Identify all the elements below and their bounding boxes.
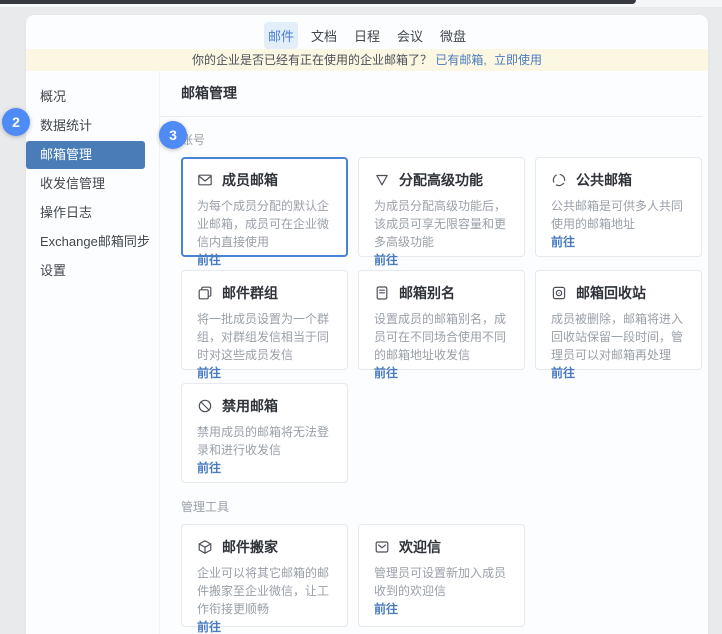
card-desc: 管理员可设置新加入成员收到的欢迎信 bbox=[374, 564, 509, 600]
document-lines-icon bbox=[374, 285, 390, 301]
card-mail-migration[interactable]: 邮件搬家 企业可以将其它邮箱的邮件搬家至企业微信，让工作衔接更顺畅 前往 bbox=[181, 524, 348, 627]
sidebar-item-mailbox-management[interactable]: 邮箱管理 bbox=[26, 141, 145, 169]
tab-calendar[interactable]: 日程 bbox=[350, 22, 384, 49]
card-title-row: 成员邮箱 bbox=[197, 170, 332, 190]
window-dark-edge bbox=[0, 0, 636, 4]
prohibition-icon bbox=[197, 398, 213, 414]
card-title-row: 公共邮箱 bbox=[551, 170, 686, 190]
card-disabled-mailbox[interactable]: 禁用邮箱 禁用成员的邮箱将无法登录和进行收发信 前往 bbox=[181, 383, 348, 483]
card-desc: 成员被删除，邮箱将进入回收站保留一段时间，管理员可以对邮箱再处理 bbox=[551, 310, 686, 364]
funnel-icon bbox=[374, 172, 390, 188]
go-link-public-mailbox[interactable]: 前往 bbox=[551, 233, 686, 250]
main-content: 邮箱管理 账号 成员邮箱 为每个成员分配的默认企业邮箱，成员可在企业微信内直接使… bbox=[160, 71, 708, 634]
tab-drive[interactable]: 微盘 bbox=[436, 22, 470, 49]
sidebar-item-send-receive[interactable]: 收发信管理 bbox=[26, 170, 145, 198]
screen: 邮件 文档 日程 会议 微盘 你的企业是否已经有正在使用的企业邮箱了？ 已有邮箱… bbox=[0, 0, 722, 634]
card-title: 邮箱回收站 bbox=[576, 283, 646, 303]
card-welcome-letter[interactable]: 欢迎信 管理员可设置新加入成员收到的欢迎信 前往 bbox=[358, 524, 525, 627]
card-title-row: 邮箱别名 bbox=[374, 283, 509, 303]
envelope-frame-icon bbox=[374, 539, 390, 555]
sidebar-item-settings[interactable]: 设置 bbox=[26, 257, 145, 285]
sidebar-item-exchange-sync[interactable]: Exchange邮箱同步 bbox=[26, 228, 145, 256]
card-desc: 为成员分配高级功能后，该成员可享无限容量和更多高级功能 bbox=[374, 197, 509, 251]
sidebar-item-operation-log[interactable]: 操作日志 bbox=[26, 199, 145, 227]
card-title-row: 邮箱回收站 bbox=[551, 283, 686, 303]
card-member-mailbox[interactable]: 成员邮箱 为每个成员分配的默认企业邮箱，成员可在企业微信内直接使用 前往 bbox=[181, 157, 348, 257]
sidebar-item-statistics[interactable]: 数据统计 bbox=[26, 112, 145, 140]
accounts-card-grid: 成员邮箱 为每个成员分配的默认企业邮箱，成员可在企业微信内直接使用 前往 分配高… bbox=[181, 157, 702, 483]
banner-link-existing[interactable]: 已有邮箱, bbox=[435, 53, 486, 67]
card-desc: 禁用成员的邮箱将无法登录和进行收发信 bbox=[197, 423, 332, 459]
card-title-row: 邮件群组 bbox=[197, 283, 332, 303]
tab-meeting[interactable]: 会议 bbox=[393, 22, 427, 49]
card-title: 邮件群组 bbox=[222, 283, 278, 303]
tab-docs[interactable]: 文档 bbox=[307, 22, 341, 49]
card-desc: 设置成员的邮箱别名，成员可在不同场合使用不同的邮箱地址收发信 bbox=[374, 310, 509, 364]
panel-body: 概况 数据统计 邮箱管理 收发信管理 操作日志 Exchange邮箱同步 设置 … bbox=[26, 71, 708, 634]
card-desc: 将一批成员设置为一个群组，对群组发信相当于同时对这些成员发信 bbox=[197, 310, 332, 364]
go-link-mailbox-recycle[interactable]: 前往 bbox=[551, 364, 686, 381]
card-advanced-features[interactable]: 分配高级功能 为成员分配高级功能后，该成员可享无限容量和更多高级功能 前往 bbox=[358, 157, 525, 257]
tools-card-grid: 邮件搬家 企业可以将其它邮箱的邮件搬家至企业微信，让工作衔接更顺畅 前往 欢迎信 bbox=[181, 524, 702, 627]
card-mailbox-alias[interactable]: 邮箱别名 设置成员的邮箱别名，成员可在不同场合使用不同的邮箱地址收发信 前往 bbox=[358, 270, 525, 370]
notice-banner: 你的企业是否已经有正在使用的企业邮箱了？ 已有邮箱, 立即使用 bbox=[26, 49, 708, 71]
disc-in-square-icon bbox=[551, 285, 567, 301]
card-title-row: 欢迎信 bbox=[374, 537, 509, 557]
go-link-member-mailbox[interactable]: 前往 bbox=[197, 251, 332, 268]
card-title: 邮件搬家 bbox=[222, 537, 278, 557]
go-link-mail-migration[interactable]: 前往 bbox=[197, 618, 332, 634]
page-title: 邮箱管理 bbox=[181, 83, 702, 103]
sidebar: 概况 数据统计 邮箱管理 收发信管理 操作日志 Exchange邮箱同步 设置 bbox=[26, 71, 160, 634]
admin-panel: 邮件 文档 日程 会议 微盘 你的企业是否已经有正在使用的企业邮箱了？ 已有邮箱… bbox=[26, 15, 708, 634]
go-link-advanced-features[interactable]: 前往 bbox=[374, 251, 509, 268]
section-label-accounts: 账号 bbox=[181, 131, 702, 148]
go-link-welcome-letter[interactable]: 前往 bbox=[374, 600, 509, 617]
tab-mail[interactable]: 邮件 bbox=[264, 22, 298, 49]
card-title-row: 分配高级功能 bbox=[374, 170, 509, 190]
envelope-icon bbox=[197, 172, 213, 188]
card-title: 公共邮箱 bbox=[576, 170, 632, 190]
card-desc: 企业可以将其它邮箱的邮件搬家至企业微信，让工作衔接更顺畅 bbox=[197, 564, 332, 618]
go-link-mailbox-alias[interactable]: 前往 bbox=[374, 364, 509, 381]
go-link-mail-group[interactable]: 前往 bbox=[197, 364, 332, 381]
card-desc: 为每个成员分配的默认企业邮箱，成员可在企业微信内直接使用 bbox=[197, 197, 332, 251]
top-nav: 邮件 文档 日程 会议 微盘 bbox=[26, 15, 708, 47]
step-badge-3: 3 bbox=[159, 121, 187, 149]
sync-circle-icon bbox=[551, 172, 567, 188]
title-divider bbox=[160, 116, 702, 117]
card-title-row: 邮件搬家 bbox=[197, 537, 332, 557]
card-public-mailbox[interactable]: 公共邮箱 公共邮箱是可供多人共同使用的邮箱地址 前往 bbox=[535, 157, 702, 257]
banner-text: 你的企业是否已经有正在使用的企业邮箱了？ bbox=[192, 53, 432, 67]
cube-box-icon bbox=[197, 539, 213, 555]
card-title: 欢迎信 bbox=[399, 537, 441, 557]
sidebar-item-overview[interactable]: 概况 bbox=[26, 83, 145, 111]
overlap-squares-icon bbox=[197, 285, 213, 301]
banner-link-use[interactable]: 立即使用 bbox=[494, 53, 542, 67]
section-label-tools: 管理工具 bbox=[181, 498, 702, 515]
card-mailbox-recycle[interactable]: 邮箱回收站 成员被删除，邮箱将进入回收站保留一段时间，管理员可以对邮箱再处理 前… bbox=[535, 270, 702, 370]
card-title: 禁用邮箱 bbox=[222, 396, 278, 416]
card-title: 分配高级功能 bbox=[399, 170, 483, 190]
card-desc: 公共邮箱是可供多人共同使用的邮箱地址 bbox=[551, 197, 686, 233]
card-title: 成员邮箱 bbox=[222, 170, 278, 190]
go-link-disabled-mailbox[interactable]: 前往 bbox=[197, 459, 332, 476]
card-title: 邮箱别名 bbox=[399, 283, 455, 303]
step-badge-2: 2 bbox=[2, 108, 30, 136]
card-title-row: 禁用邮箱 bbox=[197, 396, 332, 416]
card-mail-group[interactable]: 邮件群组 将一批成员设置为一个群组，对群组发信相当于同时对这些成员发信 前往 bbox=[181, 270, 348, 370]
